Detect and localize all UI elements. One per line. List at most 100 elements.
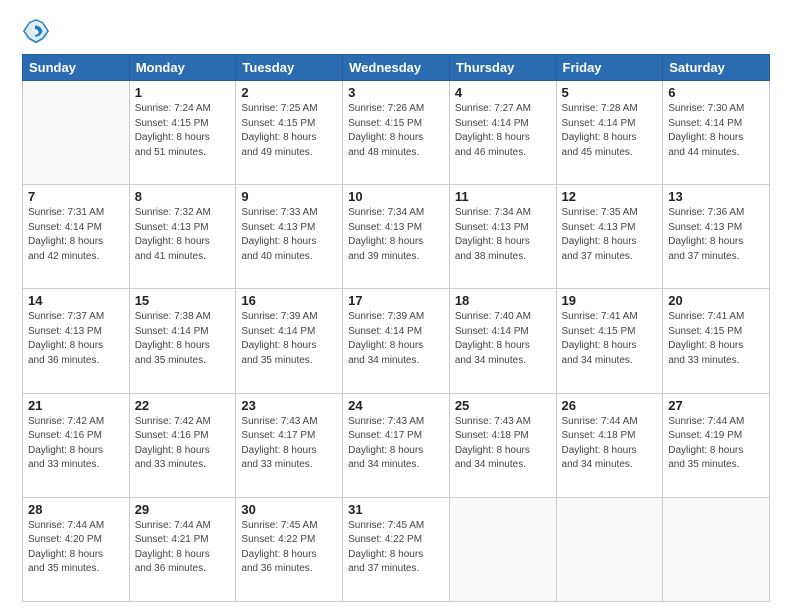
weekday-header-saturday: Saturday: [663, 55, 770, 81]
week-row-2: 7Sunrise: 7:31 AM Sunset: 4:14 PM Daylig…: [23, 185, 770, 289]
day-info: Sunrise: 7:40 AM Sunset: 4:14 PM Dayligh…: [455, 310, 551, 368]
day-number: 7: [28, 189, 124, 204]
day-info: Sunrise: 7:30 AM Sunset: 4:14 PM Dayligh…: [668, 102, 764, 160]
day-cell: 3 Sunrise: 7:26 AM Sunset: 4:15 PM Daylig…: [343, 81, 450, 185]
day-info: Sunrise: 7:32 AM Sunset: 4:13 PM Dayligh…: [135, 206, 231, 264]
weekday-header-monday: Monday: [129, 55, 236, 81]
day-cell: 17 Sunrise: 7:39 AM Sunset: 4:14 PM Dayli…: [343, 289, 450, 393]
week-row-5: 28 Sunrise: 7:44 AM Sunset: 4:20 PM Dayli…: [23, 497, 770, 601]
page: SundayMondayTuesdayWednesdayThursdayFrid…: [0, 0, 792, 612]
day-number: 29: [135, 502, 231, 517]
day-number: 25: [455, 398, 551, 413]
day-number: 17: [348, 293, 444, 308]
day-cell: 7Sunrise: 7:31 AM Sunset: 4:14 PM Daylig…: [23, 185, 130, 289]
day-info: Sunrise: 7:43 AM Sunset: 4:17 PM Dayligh…: [241, 415, 337, 473]
day-cell: 12 Sunrise: 7:35 AM Sunset: 4:13 PM Dayli…: [556, 185, 663, 289]
calendar: SundayMondayTuesdayWednesdayThursdayFrid…: [22, 54, 770, 602]
day-number: 9: [241, 189, 337, 204]
day-cell: 4 Sunrise: 7:27 AM Sunset: 4:14 PM Daylig…: [449, 81, 556, 185]
day-info: Sunrise: 7:37 AM Sunset: 4:13 PM Dayligh…: [28, 310, 124, 368]
day-cell: [556, 497, 663, 601]
day-cell: 16Sunrise: 7:39 AM Sunset: 4:14 PM Dayli…: [236, 289, 343, 393]
day-info: Sunrise: 7:44 AM Sunset: 4:18 PM Dayligh…: [562, 415, 658, 473]
day-cell: 28 Sunrise: 7:44 AM Sunset: 4:20 PM Dayli…: [23, 497, 130, 601]
day-info: Sunrise: 7:24 AM Sunset: 4:15 PM Dayligh…: [135, 102, 231, 160]
day-number: 24: [348, 398, 444, 413]
day-cell: 2 Sunrise: 7:25 AM Sunset: 4:15 PM Daylig…: [236, 81, 343, 185]
day-number: 3: [348, 85, 444, 100]
day-number: 26: [562, 398, 658, 413]
weekday-header-tuesday: Tuesday: [236, 55, 343, 81]
day-number: 22: [135, 398, 231, 413]
day-info: Sunrise: 7:42 AM Sunset: 4:16 PM Dayligh…: [135, 415, 231, 473]
day-info: Sunrise: 7:34 AM Sunset: 4:13 PM Dayligh…: [348, 206, 444, 264]
day-info: Sunrise: 7:44 AM Sunset: 4:19 PM Dayligh…: [668, 415, 764, 473]
day-info: Sunrise: 7:44 AM Sunset: 4:20 PM Dayligh…: [28, 519, 124, 577]
day-cell: 11Sunrise: 7:34 AM Sunset: 4:13 PM Dayli…: [449, 185, 556, 289]
day-cell: 14 Sunrise: 7:37 AM Sunset: 4:13 PM Dayli…: [23, 289, 130, 393]
day-info: Sunrise: 7:27 AM Sunset: 4:14 PM Dayligh…: [455, 102, 551, 160]
day-cell: 27 Sunrise: 7:44 AM Sunset: 4:19 PM Dayli…: [663, 393, 770, 497]
day-cell: 20 Sunrise: 7:41 AM Sunset: 4:15 PM Dayli…: [663, 289, 770, 393]
day-info: Sunrise: 7:43 AM Sunset: 4:17 PM Dayligh…: [348, 415, 444, 473]
day-number: 23: [241, 398, 337, 413]
day-info: Sunrise: 7:41 AM Sunset: 4:15 PM Dayligh…: [562, 310, 658, 368]
day-cell: 22 Sunrise: 7:42 AM Sunset: 4:16 PM Dayli…: [129, 393, 236, 497]
day-cell: 21 Sunrise: 7:42 AM Sunset: 4:16 PM Dayli…: [23, 393, 130, 497]
day-info: Sunrise: 7:44 AM Sunset: 4:21 PM Dayligh…: [135, 519, 231, 577]
day-info: Sunrise: 7:25 AM Sunset: 4:15 PM Dayligh…: [241, 102, 337, 160]
day-number: 2: [241, 85, 337, 100]
day-info: Sunrise: 7:39 AM Sunset: 4:14 PM Dayligh…: [348, 310, 444, 368]
day-cell: 29 Sunrise: 7:44 AM Sunset: 4:21 PM Dayli…: [129, 497, 236, 601]
day-info: Sunrise: 7:42 AM Sunset: 4:16 PM Dayligh…: [28, 415, 124, 473]
day-cell: 31Sunrise: 7:45 AM Sunset: 4:22 PM Dayli…: [343, 497, 450, 601]
day-cell: 13Sunrise: 7:36 AM Sunset: 4:13 PM Dayli…: [663, 185, 770, 289]
day-number: 8: [135, 189, 231, 204]
day-info: Sunrise: 7:45 AM Sunset: 4:22 PM Dayligh…: [348, 519, 444, 577]
day-info: Sunrise: 7:38 AM Sunset: 4:14 PM Dayligh…: [135, 310, 231, 368]
weekday-header-thursday: Thursday: [449, 55, 556, 81]
day-cell: 10 Sunrise: 7:34 AM Sunset: 4:13 PM Dayli…: [343, 185, 450, 289]
day-cell: 5Sunrise: 7:28 AM Sunset: 4:14 PM Daylig…: [556, 81, 663, 185]
day-number: 4: [455, 85, 551, 100]
day-info: Sunrise: 7:43 AM Sunset: 4:18 PM Dayligh…: [455, 415, 551, 473]
week-row-4: 21 Sunrise: 7:42 AM Sunset: 4:16 PM Dayli…: [23, 393, 770, 497]
day-number: 18: [455, 293, 551, 308]
day-number: 28: [28, 502, 124, 517]
day-cell: 8 Sunrise: 7:32 AM Sunset: 4:13 PM Daylig…: [129, 185, 236, 289]
day-info: Sunrise: 7:41 AM Sunset: 4:15 PM Dayligh…: [668, 310, 764, 368]
day-cell: 1 Sunrise: 7:24 AM Sunset: 4:15 PM Daylig…: [129, 81, 236, 185]
day-number: 14: [28, 293, 124, 308]
day-cell: 23 Sunrise: 7:43 AM Sunset: 4:17 PM Dayli…: [236, 393, 343, 497]
day-number: 12: [562, 189, 658, 204]
day-info: Sunrise: 7:33 AM Sunset: 4:13 PM Dayligh…: [241, 206, 337, 264]
day-number: 27: [668, 398, 764, 413]
day-cell: 18 Sunrise: 7:40 AM Sunset: 4:14 PM Dayli…: [449, 289, 556, 393]
day-cell: 24 Sunrise: 7:43 AM Sunset: 4:17 PM Dayli…: [343, 393, 450, 497]
day-number: 19: [562, 293, 658, 308]
weekday-header-wednesday: Wednesday: [343, 55, 450, 81]
header: [22, 18, 770, 46]
day-number: 20: [668, 293, 764, 308]
day-info: Sunrise: 7:26 AM Sunset: 4:15 PM Dayligh…: [348, 102, 444, 160]
day-number: 21: [28, 398, 124, 413]
week-row-1: 1 Sunrise: 7:24 AM Sunset: 4:15 PM Daylig…: [23, 81, 770, 185]
day-cell: 9 Sunrise: 7:33 AM Sunset: 4:13 PM Daylig…: [236, 185, 343, 289]
logo: [22, 18, 54, 46]
day-cell: 19 Sunrise: 7:41 AM Sunset: 4:15 PM Dayli…: [556, 289, 663, 393]
day-cell: [663, 497, 770, 601]
day-number: 13: [668, 189, 764, 204]
logo-icon: [22, 18, 50, 46]
day-info: Sunrise: 7:35 AM Sunset: 4:13 PM Dayligh…: [562, 206, 658, 264]
week-row-3: 14 Sunrise: 7:37 AM Sunset: 4:13 PM Dayli…: [23, 289, 770, 393]
day-cell: 30Sunrise: 7:45 AM Sunset: 4:22 PM Dayli…: [236, 497, 343, 601]
day-cell: 26 Sunrise: 7:44 AM Sunset: 4:18 PM Dayli…: [556, 393, 663, 497]
day-number: 30: [241, 502, 337, 517]
day-info: Sunrise: 7:39 AM Sunset: 4:14 PM Dayligh…: [241, 310, 337, 368]
day-cell: 25 Sunrise: 7:43 AM Sunset: 4:18 PM Dayli…: [449, 393, 556, 497]
day-number: 1: [135, 85, 231, 100]
day-cell: [23, 81, 130, 185]
day-cell: 15Sunrise: 7:38 AM Sunset: 4:14 PM Dayli…: [129, 289, 236, 393]
weekday-header-friday: Friday: [556, 55, 663, 81]
day-number: 10: [348, 189, 444, 204]
